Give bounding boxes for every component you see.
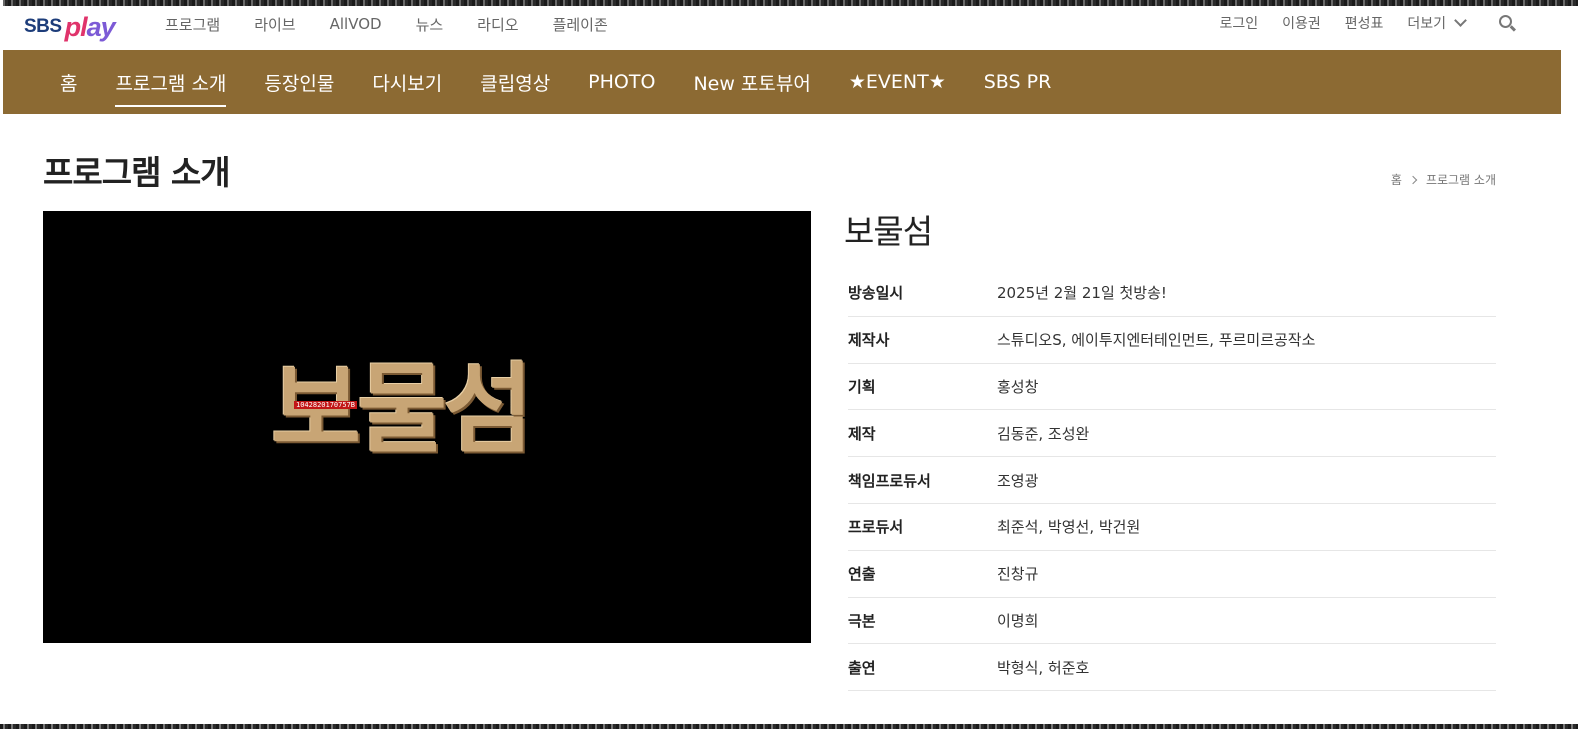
info-label: 프로듀서	[848, 518, 904, 537]
info-value: 조영광	[997, 471, 1039, 490]
info-label: 연출	[848, 565, 876, 584]
info-value: 2025년 2월 21일 첫방송!	[997, 284, 1167, 303]
info-row-production: 제작 김동준, 조성완	[848, 410, 1496, 458]
chevron-right-icon	[1408, 175, 1418, 184]
login-link[interactable]: 로그인	[1219, 13, 1258, 33]
info-label: 극본	[848, 611, 876, 630]
utility-menu: 로그인 이용권 편성표 더보기	[1195, 6, 1467, 40]
info-row-chief-producer: 책임프로듀서 조영광	[848, 457, 1496, 504]
poster-title-logo: 보물섬	[271, 353, 533, 467]
info-row-production-company: 제작사 스튜디오S, 에이투지엔터테인먼트, 푸르미르공작소	[848, 317, 1496, 364]
global-nav-allvod[interactable]: AllVOD	[330, 15, 382, 33]
subscription-link[interactable]: 이용권	[1282, 13, 1321, 33]
chevron-down-icon	[1454, 14, 1467, 27]
breadcrumb-home[interactable]: 홈	[1391, 171, 1402, 188]
info-row-producer: 프로듀서 최준석, 박영선, 박건원	[848, 504, 1496, 551]
breadcrumb: 홈 프로그램 소개	[1391, 171, 1496, 188]
info-value: 이명희	[997, 611, 1039, 630]
info-value: 박형식, 허준호	[997, 658, 1090, 677]
info-row-airdate: 방송일시 2025년 2월 21일 첫방송!	[848, 270, 1496, 317]
info-label: 기획	[848, 377, 876, 396]
more-menu-button[interactable]: 더보기	[1407, 13, 1467, 33]
info-value: 홍성창	[997, 377, 1039, 396]
page-title: 프로그램 소개	[43, 153, 231, 192]
info-value: 김동준, 조성완	[997, 424, 1090, 443]
global-nav-programs[interactable]: 프로그램	[165, 14, 220, 35]
breadcrumb-current: 프로그램 소개	[1425, 173, 1496, 187]
frame-bottom-border	[0, 724, 1578, 729]
sbs-play-logo[interactable]: SBS play	[24, 10, 116, 44]
info-value: 진창규	[997, 565, 1039, 584]
info-row-planning: 기획 홍성창	[848, 364, 1496, 411]
program-nav-intro[interactable]: 프로그램 소개	[115, 69, 226, 107]
program-poster: 보물섬 1042820170757B	[43, 211, 811, 643]
program-nav-replay[interactable]: 다시보기	[372, 69, 442, 96]
global-nav: 프로그램 라이브 AllVOD 뉴스 라디오 플레이존	[165, 6, 642, 42]
program-nav-event[interactable]: ★EVENT★	[849, 71, 946, 93]
logo-play-text: play	[64, 11, 116, 42]
poster-code-tag: 1042820170757B	[294, 401, 358, 409]
info-label: 책임프로듀서	[848, 471, 931, 490]
more-label: 더보기	[1407, 16, 1446, 32]
global-nav-radio[interactable]: 라디오	[477, 14, 518, 35]
global-nav-news[interactable]: 뉴스	[416, 14, 444, 35]
info-label: 방송일시	[848, 284, 904, 303]
program-nav-clips[interactable]: 클립영상	[480, 69, 550, 96]
show-title: 보물섬	[844, 212, 933, 251]
program-nav-characters[interactable]: 등장인물	[264, 69, 334, 96]
logo-sbs-text: SBS	[24, 16, 62, 37]
program-nav: 홈 프로그램 소개 등장인물 다시보기 클립영상 PHOTO New 포토뷰어 …	[3, 50, 1561, 114]
info-label: 제작사	[848, 331, 890, 350]
program-nav-photo[interactable]: PHOTO	[588, 71, 655, 93]
global-nav-playzone[interactable]: 플레이존	[553, 14, 608, 35]
program-nav-sbs-pr[interactable]: SBS PR	[984, 71, 1052, 93]
info-row-director: 연출 진창규	[848, 551, 1496, 598]
info-row-writer: 극본 이명희	[848, 598, 1496, 645]
global-nav-live[interactable]: 라이브	[254, 14, 295, 35]
info-label: 출연	[848, 658, 876, 677]
program-nav-photo-viewer[interactable]: New 포토뷰어	[693, 69, 810, 96]
info-row-cast: 출연 박형식, 허준호	[848, 644, 1496, 692]
info-value: 스튜디오S, 에이투지엔터테인먼트, 푸르미르공작소	[997, 331, 1316, 350]
search-icon[interactable]	[1499, 15, 1517, 33]
program-info-table: 방송일시 2025년 2월 21일 첫방송! 제작사 스튜디오S, 에이투지엔터…	[848, 270, 1496, 692]
info-value: 최준석, 박영선, 박건원	[997, 518, 1141, 537]
info-label: 제작	[848, 424, 876, 443]
program-nav-home[interactable]: 홈	[60, 69, 77, 96]
top-bar: SBS play 프로그램 라이브 AllVOD 뉴스 라디오 플레이존 로그인…	[3, 6, 1561, 50]
schedule-link[interactable]: 편성표	[1345, 13, 1384, 33]
